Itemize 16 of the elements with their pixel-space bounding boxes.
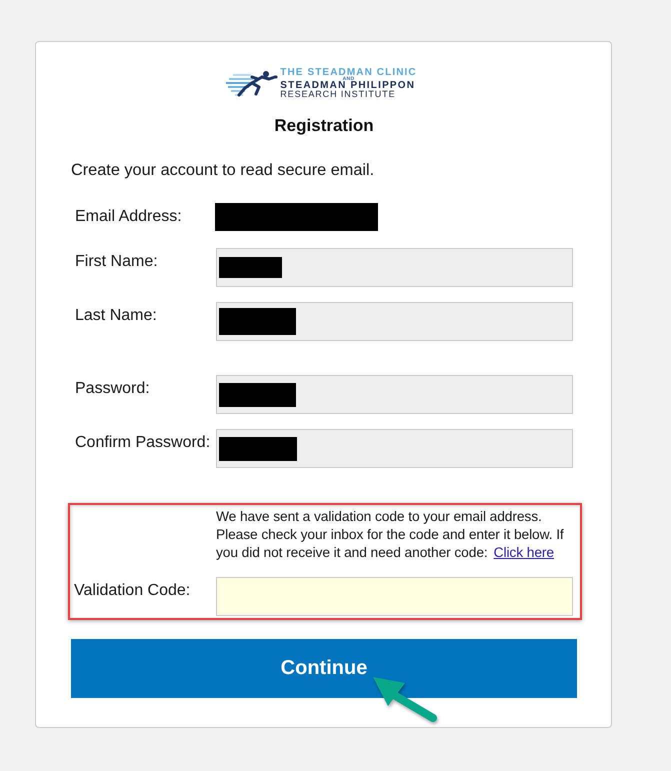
field-label: First Name: [75,252,158,272]
field-label: Email Address: [75,207,182,227]
runner-icon [225,70,278,98]
validation-code-field[interactable] [216,577,573,616]
resend-link[interactable]: Click here [494,545,554,560]
info-text: We have sent a validation code to your email address. Please check your inbox for the code and enter it below. If you did not receive it and need another code: Click here [216,508,565,562]
logo-text: STEADMAN PHILIPPON [280,82,416,90]
logo-text: THE STEADMAN CLINIC [280,69,417,77]
logo-text: RESEARCH INSTITUTE [280,90,396,98]
field-label: Confirm Password: [75,433,210,453]
page-title: Registration [274,115,374,137]
field-label: Last Name: [75,306,157,326]
intro-text: Create your account to read secure email. [71,160,374,181]
field-label: Password: [75,379,150,399]
field-label: Validation Code: [74,581,190,601]
continue-button[interactable]: Continue [71,639,577,698]
